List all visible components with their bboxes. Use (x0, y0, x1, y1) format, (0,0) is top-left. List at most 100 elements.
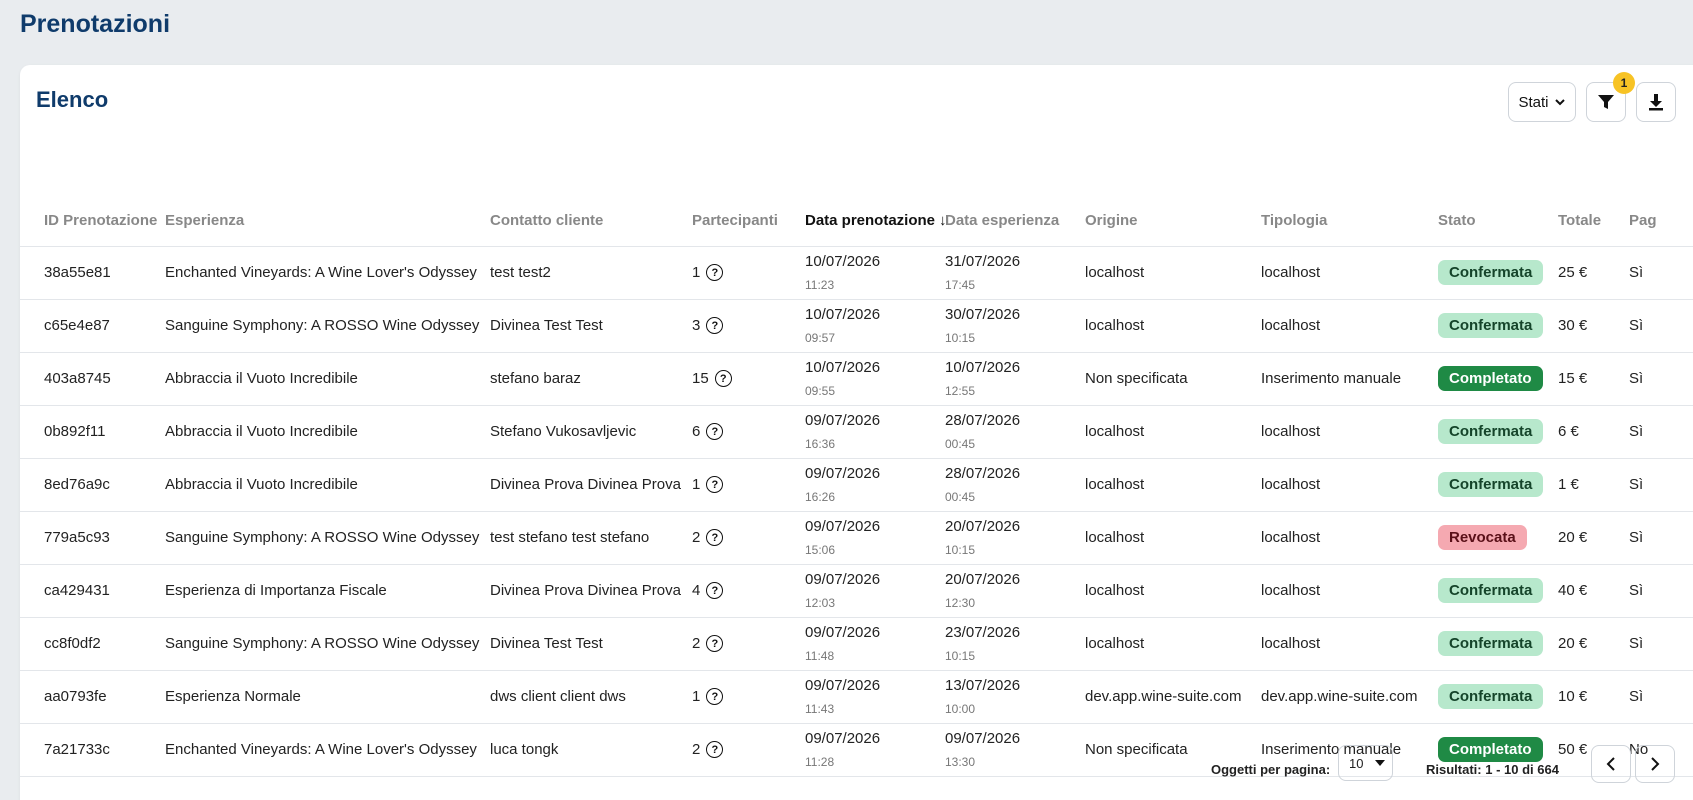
cell-id: 403a8745 (20, 351, 165, 405)
contact-name: dws client client dws (490, 688, 626, 705)
col-type[interactable]: Tipologia (1261, 196, 1438, 246)
pagination-footer: Oggetti per pagina: 10 Risultati: 1 - 10… (20, 745, 1680, 795)
table-row[interactable]: 403a8745 Abbraccia il Vuoto Incredibile … (20, 351, 1693, 405)
experience-date: 13/07/2026 (945, 677, 1021, 694)
col-id[interactable]: ID Prenotazione (20, 196, 165, 246)
total: 1 € (1558, 476, 1579, 493)
table-row[interactable]: cc8f0df2 Sanguine Symphony: A ROSSO Wine… (20, 616, 1693, 670)
cell-id: 0b892f11 (20, 404, 165, 458)
contact-name: stefano baraz (490, 370, 581, 387)
booking-date: 10/07/2026 (805, 253, 881, 270)
booking-id: cc8f0df2 (44, 635, 101, 652)
cell-booking-date: 10/07/2026 11:23 (805, 245, 945, 299)
table-row[interactable]: aa0793fe Esperienza Normale dws client c… (20, 669, 1693, 723)
funnel-icon (1598, 95, 1614, 109)
cell-participants: 6? (692, 404, 805, 458)
help-icon[interactable]: ? (706, 476, 724, 494)
total: 20 € (1558, 635, 1588, 652)
cell-status: Confermata (1438, 616, 1558, 670)
booking-type: localhost (1261, 423, 1321, 440)
per-page-select[interactable]: 10 (1338, 745, 1393, 781)
help-icon[interactable]: ? (706, 688, 724, 706)
cell-experience-date: 31/07/2026 17:45 (945, 245, 1085, 299)
table-row[interactable]: 779a5c93 Sanguine Symphony: A ROSSO Wine… (20, 510, 1693, 564)
previous-page-button[interactable] (1591, 745, 1631, 783)
cell-experience: Sanguine Symphony: A ROSSO Wine Odyssey (165, 510, 490, 564)
booking-id: aa0793fe (44, 688, 107, 705)
help-icon[interactable]: ? (706, 529, 724, 547)
booking-type: dev.app.wine-suite.com (1261, 688, 1418, 705)
help-icon[interactable]: ? (706, 264, 724, 282)
cell-experience-date: 20/07/2026 12:30 (945, 563, 1085, 617)
help-icon[interactable]: ? (706, 635, 724, 653)
total: 30 € (1558, 317, 1588, 334)
table-row[interactable]: 38a55e81 Enchanted Vineyards: A Wine Lov… (20, 245, 1693, 299)
col-origin[interactable]: Origine (1085, 196, 1261, 246)
col-booking-date[interactable]: Data prenotazione ↓ (805, 196, 947, 246)
help-icon[interactable]: ? (706, 423, 724, 441)
cell-participants: 3? (692, 298, 805, 352)
table-row[interactable]: 0b892f11 Abbraccia il Vuoto Incredibile … (20, 404, 1693, 458)
paid: Sì (1629, 476, 1644, 493)
col-status[interactable]: Stato (1438, 196, 1558, 246)
experience-date: 28/07/2026 (945, 412, 1021, 429)
table-row[interactable]: 8ed76a9c Abbraccia il Vuoto Incredibile … (20, 457, 1693, 511)
cell-status: Confermata (1438, 298, 1558, 352)
participants-count: 1 (692, 475, 701, 493)
table-row[interactable]: ca429431 Esperienza di Importanza Fiscal… (20, 563, 1693, 617)
cell-paid: Sì (1629, 298, 1693, 352)
cell-experience-date: 10/07/2026 12:55 (945, 351, 1085, 405)
help-icon[interactable]: ? (714, 370, 732, 388)
participants-count: 15 (692, 369, 709, 387)
cell-total: 20 € (1558, 510, 1629, 564)
col-paid[interactable]: Pag (1629, 196, 1693, 246)
toolbar: Stati 1 (1508, 72, 1676, 122)
cell-booking-date: 09/07/2026 16:36 (805, 404, 945, 458)
booking-time: 11:43 (805, 702, 835, 716)
table-row[interactable]: c65e4e87 Sanguine Symphony: A ROSSO Wine… (20, 298, 1693, 352)
contact-name: Stefano Vukosavljevic (490, 423, 637, 440)
origin: localhost (1085, 423, 1145, 440)
col-experience-date[interactable]: Data esperienza (945, 196, 1085, 246)
col-experience[interactable]: Esperienza (165, 196, 490, 246)
booking-type: Inserimento manuale (1261, 370, 1402, 387)
cell-id: ca429431 (20, 563, 165, 617)
help-icon[interactable]: ? (706, 317, 724, 335)
cell-origin: localhost (1085, 298, 1261, 352)
status-filter-dropdown[interactable]: Stati (1508, 82, 1576, 122)
cell-type: Inserimento manuale (1261, 351, 1438, 405)
cell-type: localhost (1261, 510, 1438, 564)
status-badge: Confermata (1438, 684, 1544, 709)
cell-paid: Sì (1629, 404, 1693, 458)
experience-name: Abbraccia il Vuoto Incredibile (165, 476, 358, 493)
experience-date: 20/07/2026 (945, 518, 1021, 535)
filter-button[interactable]: 1 (1586, 72, 1635, 122)
experience-name: Enchanted Vineyards: A Wine Lover's Odys… (165, 264, 477, 281)
cell-contact: stefano baraz (490, 351, 692, 405)
total: 20 € (1558, 529, 1588, 546)
experience-date: 09/07/2026 (945, 730, 1021, 747)
cell-type: dev.app.wine-suite.com (1261, 669, 1438, 723)
cell-type: localhost (1261, 616, 1438, 670)
paid: Sì (1629, 317, 1644, 334)
col-participants[interactable]: Partecipanti (692, 196, 805, 246)
booking-type: localhost (1261, 264, 1321, 281)
origin: Non specificata (1085, 370, 1188, 387)
col-contact[interactable]: Contatto cliente (490, 196, 692, 246)
contact-name: test test2 (490, 264, 551, 281)
col-total[interactable]: Totale (1558, 196, 1629, 246)
cell-booking-date: 10/07/2026 09:55 (805, 351, 945, 405)
cell-status: Confermata (1438, 404, 1558, 458)
status-badge: Revocata (1438, 525, 1527, 550)
help-icon[interactable]: ? (706, 582, 724, 600)
cell-paid: Sì (1629, 510, 1693, 564)
cell-participants: 1? (692, 245, 805, 299)
download-button[interactable] (1636, 82, 1676, 122)
booking-date: 09/07/2026 (805, 730, 881, 747)
cell-participants: 1? (692, 669, 805, 723)
cell-paid: Sì (1629, 616, 1693, 670)
experience-time: 10:15 (945, 331, 976, 345)
cell-experience-date: 23/07/2026 10:15 (945, 616, 1085, 670)
next-page-button[interactable] (1635, 745, 1675, 783)
cell-origin: localhost (1085, 563, 1261, 617)
